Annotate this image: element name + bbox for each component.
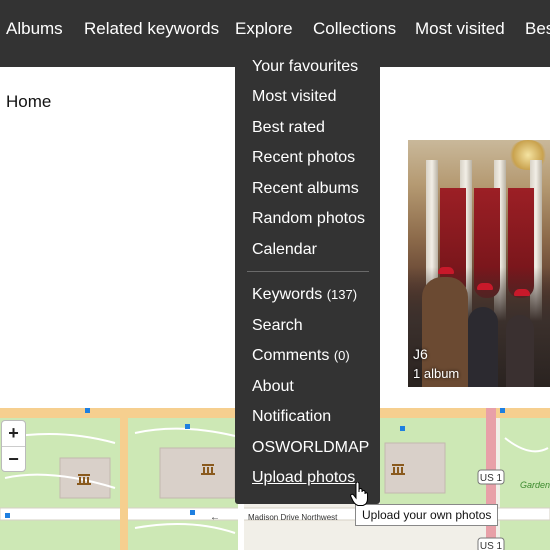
explore-dropdown-menu: Your favourites Most visited Best rated … <box>235 42 380 504</box>
map-marker <box>185 424 190 429</box>
route-shield-label: US 1 <box>480 541 503 550</box>
menu-recent-photos[interactable]: Recent photos <box>252 149 355 167</box>
menu-divider <box>247 271 369 272</box>
menu-most-visited[interactable]: Most visited <box>252 88 336 106</box>
museum-icon <box>201 464 215 475</box>
hand-cursor-icon <box>350 482 368 506</box>
map-zoom-control: + − <box>1 420 26 472</box>
menu-about[interactable]: About <box>252 378 294 396</box>
photo-red-cap <box>514 289 530 296</box>
album-title[interactable]: J6 <box>413 346 428 362</box>
nav-albums[interactable]: Albums <box>6 19 63 39</box>
map-marker <box>500 408 505 413</box>
menu-your-favourites[interactable]: Your favourites <box>252 58 358 76</box>
upload-tooltip: Upload your own photos <box>355 504 499 526</box>
map-street-label: Madison Drive Northwest <box>248 513 338 522</box>
map-marker <box>400 426 405 431</box>
menu-recent-albums[interactable]: Recent albums <box>252 180 359 198</box>
menu-comments-label: Comments <box>252 347 330 364</box>
menu-search[interactable]: Search <box>252 317 303 335</box>
map-marker <box>5 513 10 518</box>
photo-red-cap <box>477 283 493 290</box>
nav-most-visited[interactable]: Most visited <box>415 19 505 39</box>
nav-explore[interactable]: Explore <box>235 19 293 39</box>
nav-collections[interactable]: Collections <box>313 19 396 39</box>
menu-keywords[interactable]: Keywords (137) <box>252 286 357 304</box>
museum-icon <box>77 474 91 485</box>
map-arrow-label: ← <box>210 512 220 523</box>
breadcrumb[interactable]: Home <box>6 92 51 112</box>
photo-red-cap <box>438 267 454 274</box>
nav-best-rated[interactable]: Bes <box>525 19 550 39</box>
menu-comments-count: (0) <box>333 348 350 363</box>
menu-upload-photos[interactable]: Upload photos <box>252 469 355 487</box>
map-marker <box>85 408 90 413</box>
menu-osworldmap[interactable]: OSWORLDMAP <box>252 439 369 457</box>
route-shield-label: US 1 <box>480 473 503 484</box>
photo-person <box>506 315 534 387</box>
menu-keywords-label: Keywords <box>252 286 323 303</box>
menu-comments[interactable]: Comments (0) <box>252 347 350 365</box>
map-building <box>159 447 236 499</box>
photo-person <box>468 307 498 387</box>
menu-random-photos[interactable]: Random photos <box>252 210 365 228</box>
menu-keywords-count: (137) <box>326 287 358 302</box>
menu-calendar[interactable]: Calendar <box>252 241 317 259</box>
zoom-in-button[interactable]: + <box>2 421 25 446</box>
menu-best-rated[interactable]: Best rated <box>252 119 325 137</box>
chandelier-decoration <box>508 140 548 170</box>
album-thumbnail[interactable]: J6 1 album <box>408 140 550 387</box>
map-garden-label: Garden <box>520 480 550 490</box>
map-marker <box>190 510 195 515</box>
album-count: 1 album <box>413 366 460 381</box>
map-road <box>120 408 128 550</box>
zoom-out-button[interactable]: − <box>2 446 25 471</box>
nav-related-keywords[interactable]: Related keywords <box>84 19 219 39</box>
menu-notification[interactable]: Notification <box>252 408 331 426</box>
museum-icon <box>391 464 405 475</box>
